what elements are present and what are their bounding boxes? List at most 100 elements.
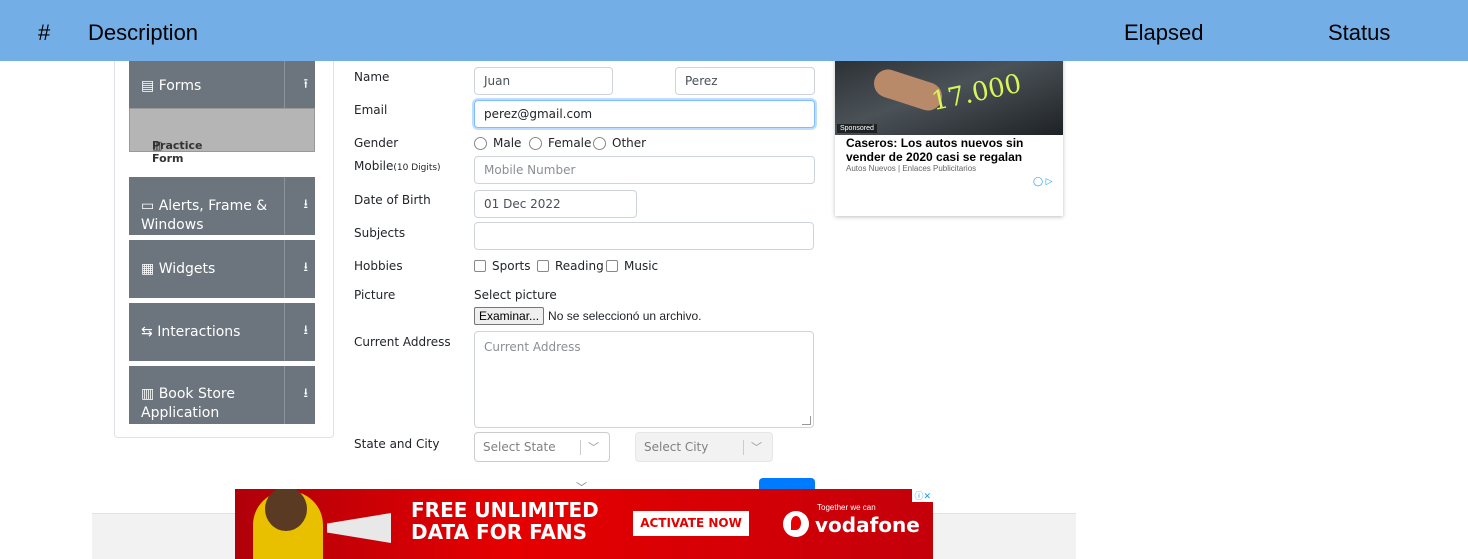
checkbox-box — [606, 260, 618, 272]
state-city-label: State and City — [354, 437, 440, 451]
arrow-down-icon: ⭳ — [303, 386, 308, 401]
arrow-up-icon: ⭱ — [303, 76, 308, 92]
menu-group-widgets[interactable]: ▦ Widgets ⭳ — [129, 240, 315, 298]
hobby-option-label: Music — [624, 259, 659, 273]
megaphone-icon — [327, 513, 391, 543]
grid-icon: ▦ — [141, 261, 155, 277]
banner-tagline: Together we can — [817, 503, 876, 512]
first-name-input[interactable]: Juan — [474, 67, 613, 95]
state-placeholder: Select State — [483, 440, 556, 454]
checkbox-box — [474, 260, 486, 272]
file-icon: ▤ — [141, 78, 155, 94]
ad-price-text: 17.000 — [928, 68, 1025, 118]
window-icon: ▭ — [141, 198, 155, 214]
ad-close-icon[interactable]: ⓘ✕ — [912, 489, 933, 502]
menu-group-label: Book Store Application — [141, 386, 235, 421]
header-elapsed: Elapsed — [1124, 20, 1204, 45]
ad-title[interactable]: Caseros: Los autos nuevos sin vender de … — [846, 136, 1061, 164]
ad-image[interactable]: 17.000 Sponsored — [835, 61, 1063, 135]
city-select[interactable]: Select City ﹀ — [635, 432, 773, 462]
mobile-label: Mobile(10 Digits) — [354, 159, 441, 173]
banner-headline: FREE UNLIMITED DATA FOR FANS — [411, 499, 599, 543]
checkbox-box — [537, 260, 549, 272]
file-chooser: Examinar... No se seleccionó un archivo. — [474, 307, 701, 325]
last-name-input[interactable]: Perez — [675, 67, 815, 95]
banner-headline-line-1: FREE UNLIMITED — [411, 498, 599, 522]
file-status: No se seleccionó un archivo. — [548, 309, 702, 323]
menu-item-practice-form[interactable]: ▥ Practice Form — [129, 108, 315, 165]
radio-circle — [593, 136, 606, 150]
radio-circle — [474, 136, 487, 150]
vodafone-logo-icon — [783, 511, 809, 537]
menu-divider — [284, 240, 285, 298]
chevron-down-icon: ﹀ — [588, 441, 599, 454]
chevron-down-icon: ﹀ — [751, 441, 762, 454]
banner-brand: vodafone — [815, 513, 920, 537]
activate-now-button[interactable]: ACTIVATE NOW — [633, 511, 749, 536]
header-status: Status — [1328, 20, 1391, 45]
radio-circle — [529, 136, 542, 150]
menu-divider — [284, 177, 285, 235]
menu-group-label: Alerts, Frame & Windows — [141, 198, 268, 233]
gender-option-label: Other — [612, 136, 647, 150]
banner-ad[interactable]: FREE UNLIMITED DATA FOR FANS ACTIVATE NO… — [235, 489, 933, 559]
hobby-option-label: Sports — [492, 259, 531, 273]
menu-item-label: Practice Form — [152, 139, 203, 165]
browse-button[interactable]: Examinar... — [474, 307, 545, 325]
mobile-label-text: Mobile — [354, 159, 394, 173]
left-menu-panel: ▤ Forms ⭱ ▥ Practice Form ▭ Alerts, Fram… — [114, 61, 334, 438]
books-icon: ▥ — [141, 386, 155, 402]
hobbies-label: Hobbies — [354, 259, 403, 273]
address-textarea[interactable]: Current Address — [474, 331, 814, 428]
arrow-down-icon: ⭳ — [303, 260, 308, 275]
arrow-down-icon: ⭳ — [303, 197, 308, 212]
screenshot-area: ▤ Forms ⭱ ▥ Practice Form ▭ Alerts, Fram… — [92, 61, 1076, 559]
dob-label: Date of Birth — [354, 193, 431, 207]
hobby-sports-checkbox[interactable]: Sports — [474, 259, 530, 273]
mobile-hint: (10 Digits) — [393, 163, 441, 173]
state-select[interactable]: Select State ﹀ — [474, 432, 610, 462]
address-placeholder: Current Address — [484, 340, 581, 354]
name-label: Name — [354, 70, 390, 84]
gender-label: Gender — [354, 136, 399, 150]
select-separator — [580, 440, 581, 455]
sponsored-ad[interactable]: 17.000 Sponsored Caseros: Los autos nuev… — [835, 61, 1063, 216]
hobby-option-label: Reading — [555, 259, 604, 273]
select-picture-label: Select picture — [474, 288, 557, 302]
menu-group-book-store[interactable]: ▥ Book Store Application ⭳ — [129, 366, 315, 424]
menu-divider — [284, 61, 285, 108]
menu-divider — [284, 303, 285, 361]
email-label: Email — [354, 103, 388, 117]
gender-male-radio[interactable]: Male — [474, 136, 521, 150]
city-placeholder: Select City — [644, 440, 709, 454]
header-hash: # — [38, 20, 51, 45]
menu-group-interactions[interactable]: ⇆ Interactions ⭳ — [129, 303, 315, 361]
resize-grip-icon[interactable] — [802, 416, 811, 425]
menu-group-label: Forms — [158, 78, 202, 94]
ad-source: Autos Nuevos | Enlaces Publicitarios — [846, 164, 977, 173]
menu-group-label: Interactions — [157, 324, 241, 340]
dob-input[interactable]: 01 Dec 2022 — [474, 190, 637, 218]
person-head-shape — [265, 489, 307, 531]
address-label: Current Address — [354, 335, 451, 349]
mobile-input[interactable]: Mobile Number — [474, 156, 815, 184]
swap-icon: ⇆ — [141, 324, 153, 340]
report-header: # Description Elapsed Status — [0, 0, 1468, 61]
subjects-input[interactable] — [474, 222, 814, 250]
gender-female-radio[interactable]: Female — [529, 136, 591, 150]
hobby-reading-checkbox[interactable]: Reading — [537, 259, 604, 273]
gender-option-label: Female — [548, 136, 592, 150]
email-input[interactable]: perez@gmail.com — [474, 100, 815, 128]
gender-other-radio[interactable]: Other — [593, 136, 646, 150]
menu-group-alerts[interactable]: ▭ Alerts, Frame & Windows ⭳ — [129, 177, 315, 235]
hobby-music-checkbox[interactable]: Music — [606, 259, 658, 273]
gender-option-label: Male — [493, 136, 522, 150]
header-description: Description — [88, 20, 199, 45]
menu-group-forms[interactable]: ▤ Forms ⭱ — [129, 61, 315, 108]
banner-headline-line-2: DATA FOR FANS — [411, 520, 588, 544]
menu-divider — [284, 366, 285, 424]
picture-label: Picture — [354, 288, 396, 302]
ad-choices-icon[interactable]: ◯ ▷ — [1033, 176, 1053, 187]
sponsored-tag: Sponsored — [837, 124, 877, 133]
arrow-down-icon: ⭳ — [303, 323, 308, 338]
